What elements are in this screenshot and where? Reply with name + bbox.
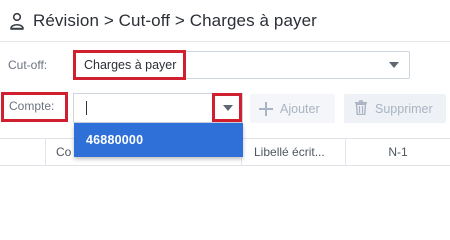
add-button-label: Ajouter xyxy=(280,101,320,116)
chevron-down-icon[interactable] xyxy=(389,62,399,68)
compte-dropdown-list: 46880000 xyxy=(74,123,243,157)
text-cursor xyxy=(86,101,87,115)
plus-icon xyxy=(259,101,273,116)
compte-combobox[interactable] xyxy=(73,93,243,123)
delete-button[interactable]: Supprimer xyxy=(344,94,446,123)
compte-label: Compte: xyxy=(9,99,55,113)
user-settings-icon xyxy=(9,12,25,30)
cutoff-select[interactable]: Charges à payer xyxy=(73,51,410,79)
column-header-libelle[interactable]: Libellé écrit... xyxy=(242,139,346,165)
chevron-down-icon[interactable] xyxy=(223,105,233,111)
dropdown-option[interactable]: 46880000 xyxy=(86,133,143,147)
add-button[interactable]: Ajouter xyxy=(250,94,335,123)
cutoff-label: Cut-off: xyxy=(8,58,48,72)
trash-icon xyxy=(354,99,368,118)
cutoff-selected-value: Charges à payer xyxy=(84,58,177,72)
title-bar: Révision > Cut-off > Charges à payer xyxy=(0,0,450,42)
column-header-select[interactable] xyxy=(0,139,46,165)
column-header-n-1[interactable]: N-1 xyxy=(346,139,450,165)
page-title: Révision > Cut-off > Charges à payer xyxy=(33,10,317,30)
delete-button-label: Supprimer xyxy=(375,101,433,116)
